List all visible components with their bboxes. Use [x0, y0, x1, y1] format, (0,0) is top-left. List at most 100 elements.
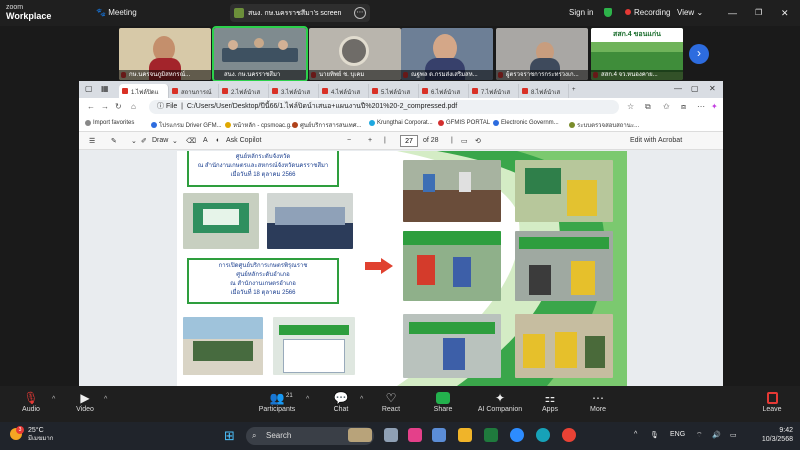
- rotate-icon[interactable]: ⟲: [475, 137, 481, 145]
- split-screen-icon[interactable]: ⧉: [645, 102, 651, 112]
- browser-tab[interactable]: 8.ไฟล์นำเส: [519, 84, 569, 98]
- store-app-icon[interactable]: [432, 428, 446, 442]
- draw-dropdown-icon[interactable]: ⌄: [172, 137, 178, 145]
- page-number-input[interactable]: [400, 135, 418, 147]
- sign-in-link[interactable]: Sign in: [569, 8, 593, 17]
- contents-icon[interactable]: ☰: [89, 137, 95, 145]
- excel-icon[interactable]: [484, 428, 498, 442]
- apps-button[interactable]: ⚏ Apps: [525, 390, 575, 413]
- participant-tile[interactable]: ณฐพล ด.กรมส่งเสริมสห...: [401, 28, 493, 80]
- browser-tab[interactable]: 4.ไฟล์นำเส: [319, 84, 369, 98]
- apps-label: Apps: [542, 406, 558, 413]
- back-arrow-icon[interactable]: ←: [87, 102, 95, 111]
- video-button[interactable]: ▶ Video: [60, 390, 110, 413]
- bookmark-item[interactable]: Electronic Governm...: [493, 120, 559, 126]
- minimize-icon[interactable]: —: [728, 8, 737, 18]
- zoom-app-icon[interactable]: [510, 428, 524, 442]
- participants-caret-icon[interactable]: ^: [306, 396, 309, 403]
- browser-tab[interactable]: 5.ไฟล์นำเส: [369, 84, 419, 98]
- favorites-icon[interactable]: ✩: [663, 102, 670, 111]
- wifi-icon[interactable]: ⌔: [696, 431, 703, 440]
- eraser-icon[interactable]: ⌫: [186, 137, 196, 145]
- volume-icon[interactable]: 🔊: [712, 431, 721, 439]
- recording-indicator[interactable]: Recording: [625, 8, 670, 17]
- page-view-icon[interactable]: ▭: [461, 137, 468, 145]
- collections-icon[interactable]: ⧈: [681, 102, 686, 112]
- ask-copilot-button[interactable]: Ask Copilot: [226, 137, 261, 144]
- maximize-icon[interactable]: ❐: [755, 8, 762, 17]
- zoom-in-button[interactable]: +: [368, 137, 372, 144]
- file-explorer-gray-icon[interactable]: [384, 428, 398, 442]
- edge-browser-icon[interactable]: [536, 428, 550, 442]
- draw-button[interactable]: Draw: [152, 137, 168, 144]
- participant-tile[interactable]: นายทิพย์ ช. บุเคม: [309, 28, 401, 80]
- forward-arrow-icon[interactable]: →: [101, 102, 109, 111]
- highlight-dropdown-icon[interactable]: ⌄: [131, 137, 137, 145]
- close-icon[interactable]: ✕: [781, 8, 789, 19]
- weather-widget[interactable]: 3 25°C มีเมฆมาก: [10, 426, 53, 444]
- edit-with-acrobat-button[interactable]: Edit with Acrobat: [630, 137, 682, 144]
- video-options-caret-icon[interactable]: ^: [104, 396, 107, 403]
- bookmark-item[interactable]: หน้าหลัก - cpsmoac.g...: [225, 120, 295, 130]
- participants-button[interactable]: 👥 Participants: [252, 390, 302, 413]
- bookmark-item[interactable]: ศูนย์บริการสารสนเทศ...: [292, 120, 362, 130]
- participant-tile[interactable]: ผู้ตรวจราชการกระทรวงเก...: [496, 28, 588, 80]
- window-minimize-icon[interactable]: —: [674, 84, 682, 93]
- browser-tab[interactable]: 3.ไฟล์นำเส: [269, 84, 319, 98]
- more-button[interactable]: ⋯ More: [573, 390, 623, 413]
- browser-menu-icon[interactable]: ⋯: [697, 102, 705, 111]
- browser-tab[interactable]: สถานการณ์: [169, 84, 219, 98]
- draw-pen-icon[interactable]: ✐: [141, 137, 147, 145]
- system-clock[interactable]: 9:42 10/3/2568: [755, 426, 793, 444]
- participant-tile[interactable]: กษ.นครจนภูมิสหกรณ์...: [119, 28, 211, 80]
- meeting-tab[interactable]: 🐾 Meeting: [96, 8, 137, 17]
- bookmark-item[interactable]: Import favorites: [85, 120, 134, 126]
- audio-options-caret-icon[interactable]: ^: [52, 396, 55, 403]
- bookmark-item[interactable]: โปรแกรม Driver GFM...: [151, 120, 222, 130]
- tab-actions-icon[interactable]: ▢: [85, 84, 93, 93]
- language-indicator[interactable]: ENG: [670, 431, 685, 438]
- star-favorite-icon[interactable]: ☆: [627, 102, 634, 111]
- share-button[interactable]: Share: [418, 390, 468, 413]
- leave-button[interactable]: Leave: [747, 390, 797, 413]
- refresh-icon[interactable]: ↻: [115, 102, 122, 111]
- browser-tab-active[interactable]: 1.ไฟล์ปิดแ: [119, 84, 169, 98]
- react-button[interactable]: ♡ React: [366, 390, 416, 413]
- participant-tile-active[interactable]: สนง. กษ.นครราชสีมา: [212, 26, 308, 82]
- copilot-icon[interactable]: ✦: [711, 102, 718, 111]
- file-explorer-icon[interactable]: [458, 428, 472, 442]
- bookmark-item[interactable]: ระบบตรวจสอบสถานะ...: [569, 120, 639, 130]
- copilot-app-icon[interactable]: [408, 428, 422, 442]
- participant-name: ผู้ตรวจราชการกระทรวงเก...: [496, 70, 588, 80]
- home-icon[interactable]: ⌂: [131, 102, 136, 111]
- tray-overflow-icon[interactable]: ^: [634, 431, 637, 438]
- view-menu[interactable]: View ⌄: [677, 8, 703, 17]
- share-title-pill[interactable]: สนง. กษ.นครราชสีมา's screen ⋯: [230, 4, 370, 22]
- tile-banner: สสก.4 ขอนแก่น: [591, 28, 683, 42]
- address-bar[interactable]: ⓘ File | C:/Users/User/Desktop/ปีนี้66/1…: [149, 100, 619, 114]
- more-options-icon[interactable]: ⋯: [354, 7, 366, 19]
- workspaces-icon[interactable]: ▦: [101, 84, 109, 93]
- windows-start-icon[interactable]: ⊞: [224, 429, 238, 443]
- audio-button[interactable]: 🎙 Audio: [6, 390, 56, 413]
- zoom-out-button[interactable]: −: [347, 137, 351, 144]
- next-page-arrow-icon[interactable]: ›: [689, 44, 709, 64]
- window-close-icon[interactable]: ✕: [709, 84, 716, 93]
- new-tab-button[interactable]: +: [569, 84, 583, 98]
- bookmark-item[interactable]: Krungthai Corporat...: [369, 120, 433, 126]
- window-maximize-icon[interactable]: ▢: [691, 84, 699, 93]
- chrome-browser-icon[interactable]: [562, 428, 576, 442]
- battery-icon[interactable]: ▭: [730, 431, 737, 439]
- ai-companion-button[interactable]: ✦ AI Companion: [474, 390, 526, 413]
- highlight-icon[interactable]: ✎: [111, 137, 117, 145]
- chat-caret-icon[interactable]: ^: [360, 396, 363, 403]
- chat-button[interactable]: 💬 Chat: [316, 390, 366, 413]
- browser-tab[interactable]: 7.ไฟล์นำเส: [469, 84, 519, 98]
- chevron-down-icon: ⌄: [696, 8, 704, 17]
- text-icon[interactable]: A: [203, 137, 208, 144]
- bookmark-item[interactable]: GFMIS PORTAL: [438, 120, 490, 126]
- browser-tab[interactable]: 2.ไฟล์นำเส: [219, 84, 269, 98]
- participant-tile[interactable]: สสก.4 ขอนแก่น สสก.4 จว.หนองคาย...: [591, 28, 683, 80]
- microphone-tray-icon[interactable]: 🎙: [650, 431, 659, 439]
- browser-tab[interactable]: 6.ไฟล์นำเส: [419, 84, 469, 98]
